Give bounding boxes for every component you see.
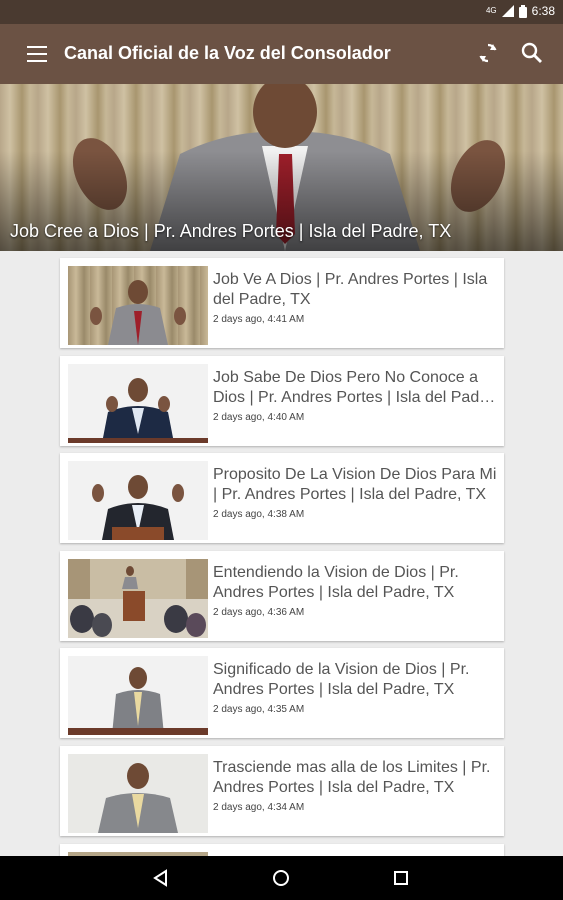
- home-button[interactable]: [271, 868, 291, 888]
- video-title: Job Sabe De Dios Pero No Conoce a Dios |…: [213, 368, 498, 406]
- video-thumbnail: [68, 656, 208, 736]
- search-button[interactable]: [520, 41, 544, 65]
- video-title: Trasciende mas alla de los Limites | Pr.…: [213, 758, 491, 796]
- video-title: Proposito De La Vision De Dios Para Mi |…: [213, 466, 497, 504]
- navigation-bar: [0, 856, 563, 900]
- refresh-icon: [479, 43, 497, 63]
- video-time: 2 days ago, 4:41 AM: [213, 314, 305, 325]
- video-card[interactable]: Job Sabe De Dios Pero No Conoce a Dios |…: [60, 355, 504, 446]
- battery-icon: [518, 4, 527, 18]
- back-icon: [153, 869, 167, 887]
- video-time: 2 days ago, 4:35 AM: [213, 704, 305, 716]
- signal-icon: [501, 5, 514, 17]
- video-time: 2 days ago, 4:36 AM: [213, 606, 305, 618]
- video-card[interactable]: Entendiendo la Vision de Dios | Pr. Andr…: [60, 550, 504, 641]
- app-title: Canal Oficial de la Voz del Consolador: [64, 43, 391, 63]
- video-title: Job Ve A Dios | Pr. Andres Portes | Isla…: [213, 271, 488, 308]
- recents-icon: [394, 871, 408, 885]
- refresh-button[interactable]: [476, 41, 500, 65]
- menu-button[interactable]: [27, 43, 47, 63]
- video-thumbnail: [68, 753, 208, 833]
- video-time: 2 days ago, 4:40 AM: [213, 411, 305, 423]
- video-thumbnail: [68, 363, 208, 443]
- status-icons: 4G 6:38: [486, 4, 555, 18]
- featured-video[interactable]: Job Cree a Dios | Pr. Andres Portes | Is…: [0, 84, 563, 251]
- home-icon: [273, 870, 289, 886]
- back-button[interactable]: [151, 868, 171, 888]
- status-bar: 4G 6:38: [0, 0, 563, 24]
- network-type: 4G: [485, 6, 497, 15]
- search-icon: [521, 42, 542, 63]
- status-time: 6:38: [531, 4, 555, 18]
- video-title: Entendiendo la Vision de Dios | Pr. Andr…: [213, 563, 459, 601]
- recents-button[interactable]: [391, 868, 411, 888]
- video-list: Job Ve A Dios | Pr. Andres Portes | Isla…: [60, 258, 504, 871]
- app-bar: Canal Oficial de la Voz del Consolador: [0, 24, 563, 84]
- video-title: Significado de la Vision de Dios | Pr. A…: [213, 661, 470, 699]
- menu-icon: [27, 43, 47, 62]
- video-time: 2 days ago, 4:38 AM: [213, 509, 305, 521]
- video-time: 2 days ago, 4:34 AM: [213, 801, 305, 813]
- video-thumbnail: [68, 461, 208, 541]
- video-card[interactable]: Proposito De La Vision De Dios Para Mi |…: [60, 453, 504, 544]
- video-thumbnail: [68, 558, 208, 638]
- video-card[interactable]: Significado de la Vision de Dios | Pr. A…: [60, 648, 504, 739]
- video-thumbnail: [68, 266, 208, 345]
- video-card[interactable]: Trasciende mas alla de los Limites | Pr.…: [60, 745, 504, 836]
- featured-title: Job Cree a Dios | Pr. Andres Portes | Is…: [10, 221, 452, 241]
- video-card[interactable]: Job Ve A Dios | Pr. Andres Portes | Isla…: [60, 258, 504, 348]
